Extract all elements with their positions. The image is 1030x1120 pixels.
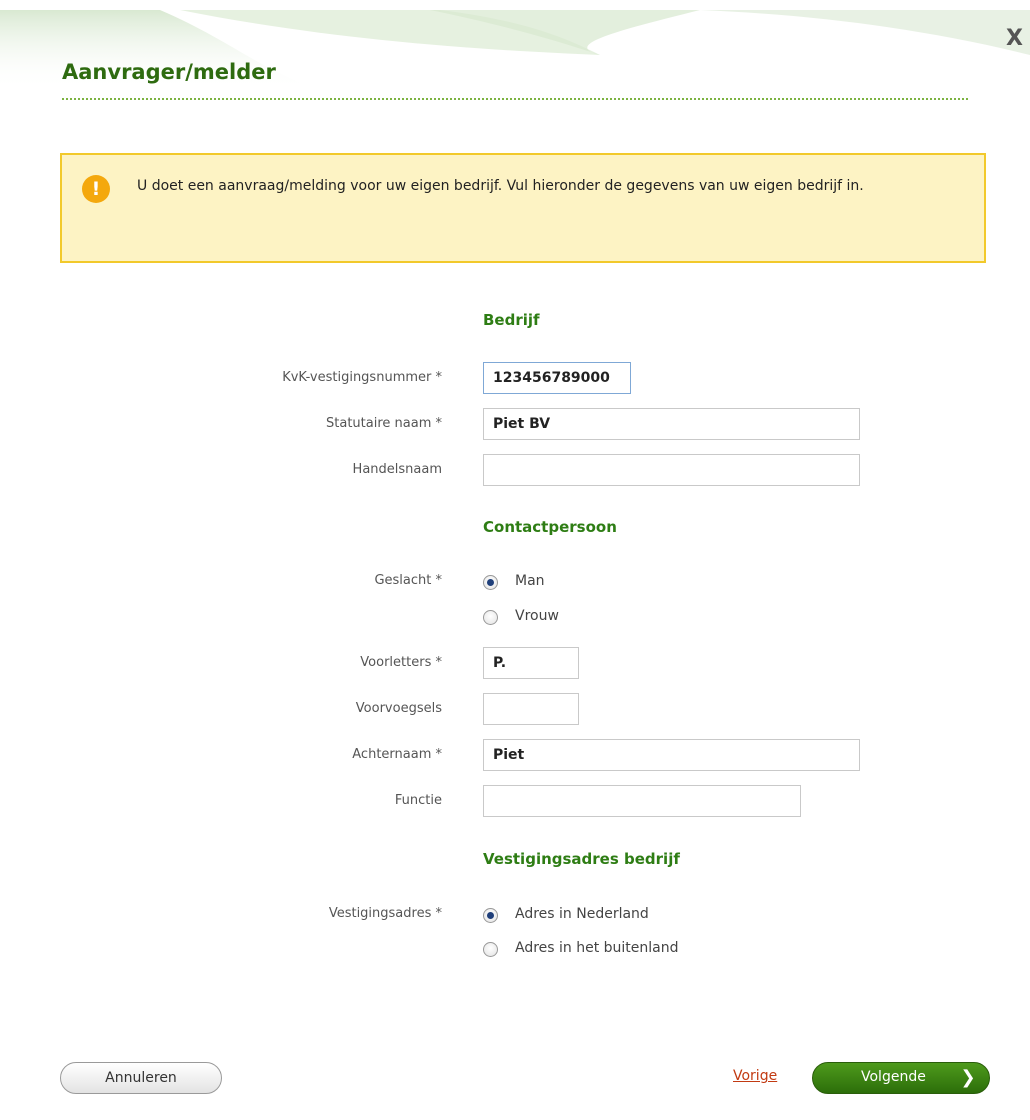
title-divider [62, 98, 968, 100]
address-option-nederland[interactable]: Adres in Nederland [483, 906, 743, 926]
section-heading-vestigingsadres: Vestigingsadres bedrijf [483, 850, 680, 868]
radio-man[interactable] [483, 575, 498, 590]
cancel-button[interactable]: Annuleren [60, 1062, 222, 1094]
radio-buitenland[interactable] [483, 942, 498, 957]
kvk-input[interactable] [483, 362, 631, 394]
page-title: Aanvrager/melder [62, 60, 276, 84]
notice-text: U doet een aanvraag/melding voor uw eige… [137, 178, 864, 194]
surname-label: Achternaam * [352, 747, 442, 762]
prefix-input[interactable] [483, 693, 579, 725]
trade-name-input[interactable] [483, 454, 860, 486]
notice-box: ! U doet een aanvraag/melding voor uw ei… [60, 153, 986, 263]
function-input[interactable] [483, 785, 801, 817]
address-option-buitenland[interactable]: Adres in het buitenland [483, 940, 743, 960]
chevron-right-icon: ❯ [960, 1067, 976, 1088]
gender-option-label: Man [515, 573, 545, 589]
statutory-name-label: Statutaire naam * [326, 416, 442, 431]
trade-name-label: Handelsnaam [352, 462, 442, 477]
gender-label: Geslacht * [374, 573, 442, 588]
statutory-name-input[interactable] [483, 408, 860, 440]
section-heading-contactpersoon: Contactpersoon [483, 518, 617, 536]
gender-option-man[interactable]: Man [483, 573, 643, 593]
close-button[interactable]: X [1006, 28, 1023, 50]
next-button[interactable]: Volgende ❯ [812, 1062, 990, 1094]
initials-input[interactable] [483, 647, 579, 679]
address-label: Vestigingsadres * [328, 906, 442, 921]
exclamation-icon: ! [82, 175, 110, 203]
address-option-label: Adres in Nederland [515, 906, 649, 922]
initials-label: Voorletters * [360, 655, 442, 670]
gender-option-label: Vrouw [515, 608, 559, 624]
radio-vrouw[interactable] [483, 610, 498, 625]
gender-option-vrouw[interactable]: Vrouw [483, 608, 643, 628]
kvk-label: KvK-vestigingsnummer * [282, 370, 442, 385]
function-label: Functie [394, 793, 442, 808]
address-option-label: Adres in het buitenland [515, 940, 679, 956]
header-background [0, 10, 1030, 90]
next-button-label: Volgende [861, 1069, 926, 1085]
previous-link[interactable]: Vorige [733, 1068, 777, 1084]
surname-input[interactable] [483, 739, 860, 771]
section-heading-bedrijf: Bedrijf [483, 311, 540, 329]
prefix-label: Voorvoegsels [355, 701, 442, 716]
radio-nederland[interactable] [483, 908, 498, 923]
